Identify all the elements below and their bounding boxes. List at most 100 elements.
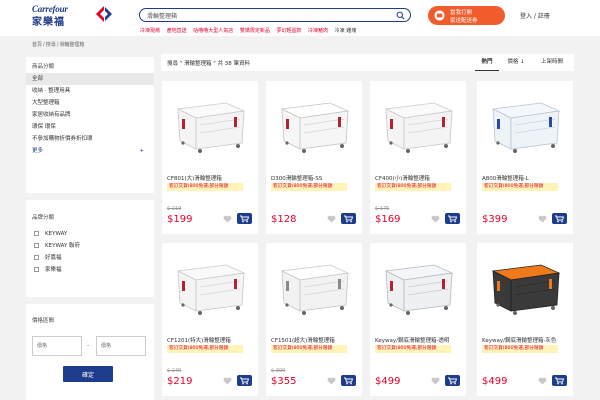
cart-icon[interactable]: [341, 213, 356, 224]
product-price: $399: [482, 214, 508, 225]
search-input[interactable]: [147, 10, 387, 20]
product-name[interactable]: CF801(大)滑輪整理箱: [167, 174, 255, 182]
product-image[interactable]: [274, 89, 354, 157]
category-more-label: 更多: [32, 148, 44, 154]
category-item[interactable]: 家居收納有品牌: [26, 109, 154, 121]
sort-tab-popular[interactable]: 熱門: [475, 54, 499, 71]
delivery-promo-button[interactable]: 當我打開 家送配送券: [428, 6, 505, 25]
results-summary: 搜尋 " 滑輪整理箱 " 共 38 筆資料: [167, 61, 251, 67]
heart-icon[interactable]: [431, 377, 440, 385]
product-card[interactable]: CF1201(特大)滑輪整理箱 客訂交貨(800免運,部分限額 $ 249 $219: [162, 243, 258, 396]
breadcrumb-home[interactable]: 首頁: [32, 42, 42, 48]
category-filter-panel: 商品分類 全部 收納 · 整理用具 大型整理箱 家居收納有品牌 環保 環保 不參…: [26, 57, 154, 193]
product-card[interactable]: A800滑輪整理箱-L 客訂交貨(800免運,部分限額 $399: [477, 81, 573, 234]
price-confirm-button[interactable]: 確定: [63, 366, 113, 382]
heart-icon[interactable]: [223, 215, 232, 223]
category-item-all[interactable]: 全部: [26, 73, 154, 85]
product-price: $355: [271, 376, 297, 387]
hot-search-words: 冷凍現烤 產地直送 咕嚕嚕大型人氣店 雙嬌限定新品 夢幻輕盈款 冷凍豬肉 冷凍 …: [140, 27, 361, 34]
breadcrumb-search[interactable]: 搜尋: [46, 42, 56, 48]
category-item[interactable]: 不參加購物折價券折扣環: [26, 133, 154, 145]
product-image[interactable]: [485, 89, 565, 157]
category-item[interactable]: 環保 環保: [26, 121, 154, 133]
sort-tab-newest[interactable]: 上架時間: [535, 54, 569, 71]
chat-icon: [434, 10, 445, 21]
cart-icon[interactable]: [445, 375, 460, 386]
brand-option[interactable]: KEYWAY: [26, 228, 154, 240]
hot-word[interactable]: 產地直送: [167, 28, 187, 34]
breadcrumb-current: 滑輪整理箱: [59, 42, 85, 48]
heart-icon[interactable]: [223, 377, 232, 385]
price-range: -: [32, 336, 146, 356]
brand-checkbox[interactable]: [34, 255, 39, 260]
product-image[interactable]: [485, 251, 565, 319]
brand-option[interactable]: 家樂福: [26, 264, 154, 276]
hot-word[interactable]: 雙嬌限定新品: [240, 28, 270, 34]
hot-word[interactable]: 冷凍 雞塊: [335, 28, 357, 34]
logo-text-zh: 家樂福: [32, 17, 65, 28]
product-image[interactable]: [170, 251, 250, 319]
heart-icon[interactable]: [538, 215, 547, 223]
hot-word[interactable]: 冷凍豬肉: [308, 28, 328, 34]
original-price: $ 249: [167, 368, 182, 374]
product-card[interactable]: CF1501(超大)滑輪整理箱 客訂交貨(800免運,部分限額 $ 399 $355: [266, 243, 362, 396]
product-image[interactable]: [378, 89, 458, 157]
product-image[interactable]: [378, 251, 458, 319]
price-min-input[interactable]: [32, 336, 82, 356]
product-price: $128: [271, 214, 297, 225]
product-card[interactable]: CF400(小)滑輪整理箱 客訂交貨(800免運,部分限額 $ 175 $169: [370, 81, 466, 234]
category-more-toggle[interactable]: 更多 +: [26, 145, 154, 157]
product-name[interactable]: A800滑輪整理箱-L: [482, 174, 570, 182]
hot-word[interactable]: 夢幻輕盈款: [276, 28, 301, 34]
category-item[interactable]: 收納 · 整理用具: [26, 85, 154, 97]
brand-checkbox[interactable]: [34, 243, 39, 248]
delivery-badge: 客訂交貨(800免運,部分限額: [271, 345, 347, 353]
original-price: $ 175: [375, 206, 390, 212]
product-name[interactable]: Keyway/鋼底滑輪整理箱-灰色: [482, 336, 570, 344]
login-register-link[interactable]: 登入 / 註冊: [520, 11, 550, 20]
product-image[interactable]: [274, 251, 354, 319]
brand-filter-panel: 品牌分類 KEYWAY KEYWAY 聯府 好嘉福 家樂福: [26, 200, 154, 297]
cart-icon[interactable]: [552, 375, 567, 386]
product-image[interactable]: [170, 89, 250, 157]
product-card[interactable]: Keyway/鋼底滑輪整理箱-透明 客訂交貨(800免運,部分限額 $499: [370, 243, 466, 396]
sort-tab-price[interactable]: 價格 ↓: [503, 54, 529, 71]
cart-icon[interactable]: [237, 375, 252, 386]
heart-icon[interactable]: [327, 377, 336, 385]
product-card[interactable]: D300滑輪整理箱-SS 客訂交貨(800免運,部分限額 $128: [266, 81, 362, 234]
product-name[interactable]: D300滑輪整理箱-SS: [271, 174, 359, 182]
product-price: $169: [375, 214, 401, 225]
product-name[interactable]: CF1501(超大)滑輪整理箱: [271, 336, 359, 344]
cart-icon[interactable]: [552, 213, 567, 224]
carrefour-logo-icon: [96, 6, 112, 22]
price-title: 價格區間: [32, 318, 55, 324]
product-name[interactable]: Keyway/鋼底滑輪整理箱-透明: [375, 336, 463, 344]
brand-option[interactable]: 好嘉福: [26, 252, 154, 264]
results-toolbar: 搜尋 " 滑輪整理箱 " 共 38 筆資料 熱門 價格 ↓ 上架時間: [161, 54, 574, 71]
delivery-badge: 客訂交貨(800免運,部分限額: [167, 345, 243, 353]
carrefour-logo[interactable]: Carrefour 家樂福: [32, 4, 116, 28]
heart-icon[interactable]: [538, 377, 547, 385]
hot-word[interactable]: 咕嚕嚕大型人氣店: [193, 28, 233, 34]
cart-icon[interactable]: [445, 213, 460, 224]
product-card[interactable]: Keyway/鋼底滑輪整理箱-灰色 客訂交貨(800免運,部分限額 $499: [477, 243, 573, 396]
brand-option[interactable]: KEYWAY 聯府: [26, 240, 154, 252]
delivery-badge: 客訂交貨(800免運,部分限額: [167, 183, 243, 191]
price-max-input[interactable]: [96, 336, 146, 356]
heart-icon[interactable]: [327, 215, 336, 223]
promo-text-line1: 當我打開: [450, 10, 473, 16]
site-header: Carrefour 家樂福 冷凍現烤 產地直送 咕嚕嚕大型人氣店 雙嬌限定新品 …: [0, 0, 600, 36]
heart-icon[interactable]: [431, 215, 440, 223]
brand-checkbox[interactable]: [34, 231, 39, 236]
delivery-badge: 客訂交貨(800免運,部分限額: [375, 345, 451, 353]
search-icon[interactable]: [396, 11, 405, 20]
hot-word[interactable]: 冷凍現烤: [140, 28, 160, 34]
product-name[interactable]: CF1201(特大)滑輪整理箱: [167, 336, 255, 344]
product-name[interactable]: CF400(小)滑輪整理箱: [375, 174, 463, 182]
brand-checkbox[interactable]: [34, 267, 39, 272]
category-item[interactable]: 大型整理箱: [26, 97, 154, 109]
cart-icon[interactable]: [341, 375, 356, 386]
breadcrumb: 首頁/搜尋/滑輪整理箱: [32, 42, 85, 48]
cart-icon[interactable]: [237, 213, 252, 224]
product-card[interactable]: CF801(大)滑輪整理箱 客訂交貨(800免運,部分限額 $ 219 $199: [162, 81, 258, 234]
